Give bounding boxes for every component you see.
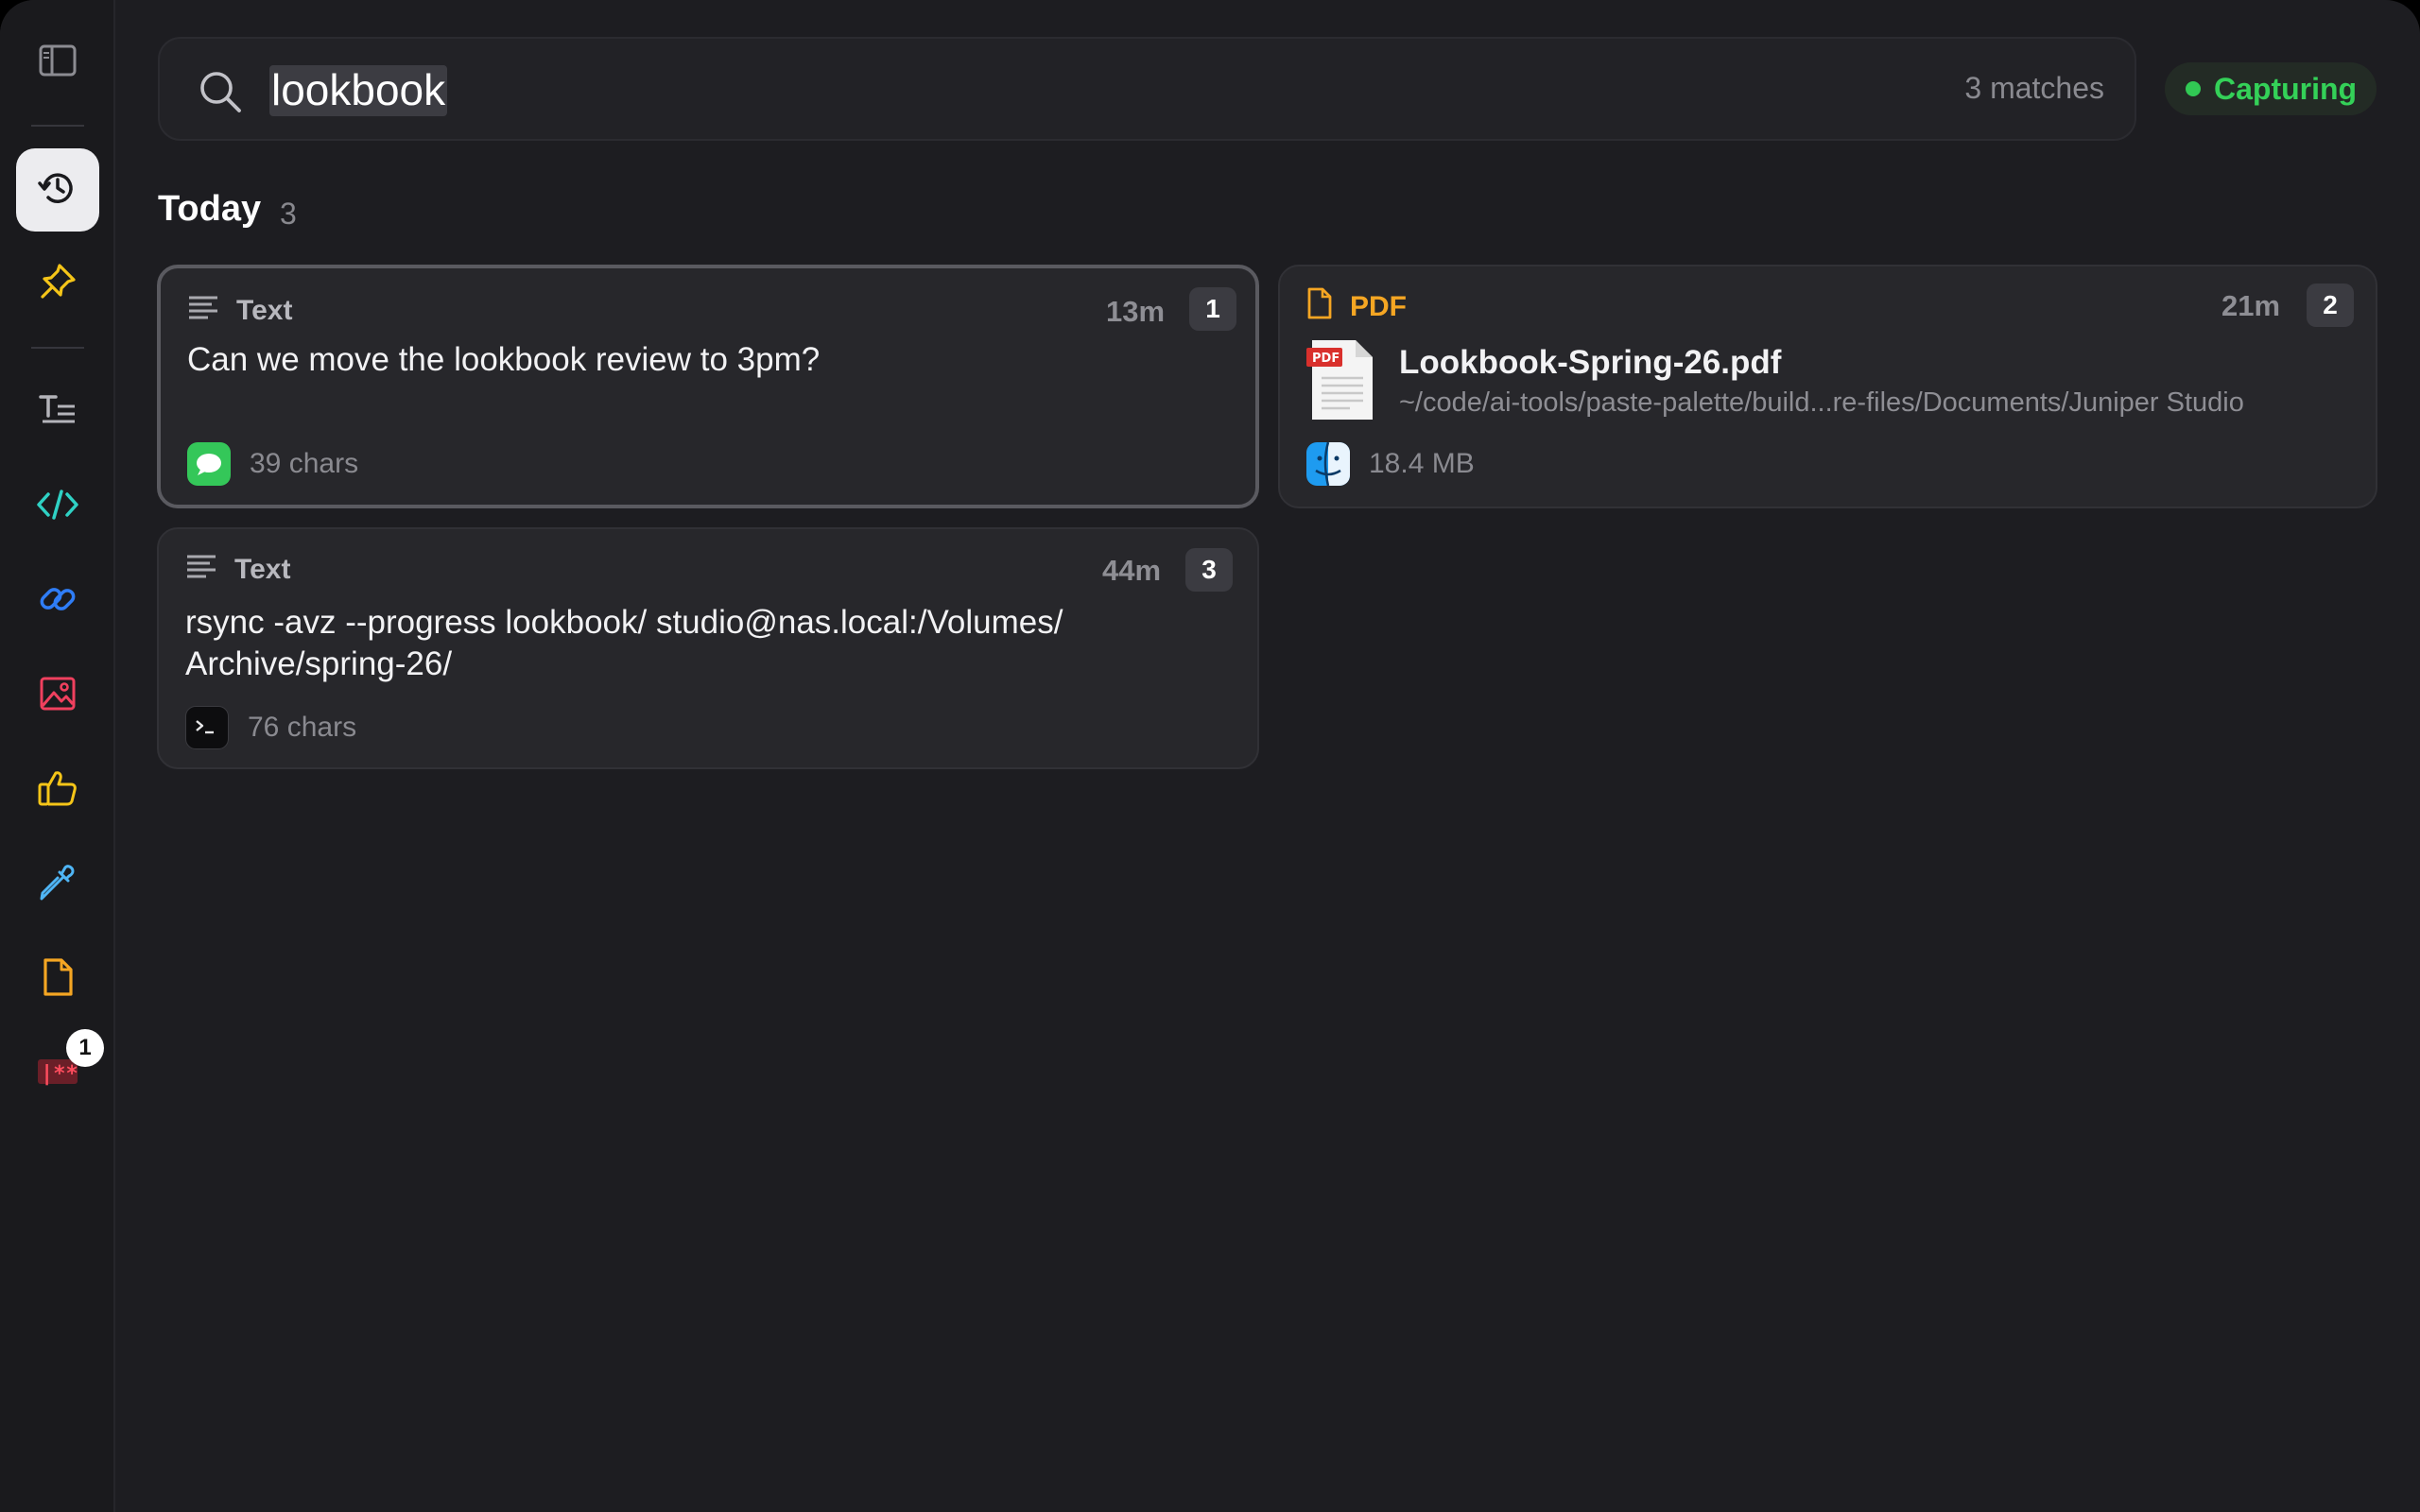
capture-status-toggle[interactable]: Capturing <box>2165 62 2377 115</box>
clip-time: 44m <box>1102 554 1162 587</box>
sidebar-item-text[interactable] <box>16 370 99 454</box>
sidebar-item-files[interactable] <box>16 937 99 1021</box>
search-bar: 3 matches <box>158 37 2136 141</box>
sidebar-item-links[interactable] <box>16 559 99 643</box>
notification-badge: 1 <box>66 1029 104 1067</box>
link-icon <box>37 578 78 625</box>
clip-meta: 18.4 MB <box>1306 442 1475 486</box>
clip-char-count: 76 chars <box>248 712 357 743</box>
match-count: 3 matches <box>1964 71 2104 105</box>
clip-type: Text <box>187 293 292 329</box>
sidebar-toggle-icon <box>39 44 77 81</box>
clip-type-label: Text <box>236 295 293 326</box>
clip-time: 13m <box>1106 295 1166 328</box>
section-count: 3 <box>280 197 297 231</box>
svg-text:|**: |** <box>41 1062 78 1086</box>
sidebar-item-colors[interactable] <box>16 843 99 926</box>
clip-shortcut-index: 2 <box>2307 284 2354 327</box>
clip-type: Text <box>185 552 290 588</box>
sidebar-toggle-button[interactable] <box>16 21 99 104</box>
search-input[interactable] <box>271 60 1973 120</box>
clip-card-1[interactable]: Text 13m 1 Can we move the lookbook revi… <box>157 265 1259 508</box>
thumbs-up-icon <box>37 768 78 813</box>
text-lines-icon <box>187 293 219 329</box>
sidebar-item-code[interactable] <box>16 465 99 548</box>
sidebar-divider <box>31 125 84 127</box>
image-icon <box>39 676 77 716</box>
history-icon <box>37 167 78 214</box>
file-size: 18.4 MB <box>1369 448 1475 479</box>
sidebar-item-images[interactable] <box>16 654 99 737</box>
capture-status-label: Capturing <box>2214 71 2358 106</box>
sidebar-item-pinned[interactable] <box>16 242 99 325</box>
clip-type-label: PDF <box>1350 291 1407 322</box>
clip-content-line-1: rsync -avz --progress lookbook/ studio@n… <box>185 604 1063 641</box>
clip-shortcut-index: 3 <box>1185 548 1233 592</box>
app-window: |** 1 3 matches Capturing Today 3 Text 1… <box>0 0 2420 1512</box>
eyedropper-icon <box>37 862 78 908</box>
section-title: Today <box>158 189 262 229</box>
text-lines-icon <box>185 552 217 588</box>
file-name: Lookbook-Spring-26.pdf <box>1399 344 1782 381</box>
sidebar-divider <box>31 347 84 349</box>
messages-icon <box>187 442 231 486</box>
clip-card-2[interactable]: PDF 21m 2 PDF Lookbook-Spring-26.pdf ~/c… <box>1278 265 2377 508</box>
clip-meta: 76 chars <box>185 706 356 749</box>
clip-content-line-2: Archive/spring-26/ <box>185 645 453 682</box>
file-icon <box>41 957 75 1002</box>
text-format-icon <box>37 391 78 434</box>
sidebar-item-favorites[interactable] <box>16 748 99 832</box>
clip-char-count: 39 chars <box>250 448 359 479</box>
file-path: ~/code/ai-tools/paste-palette/build...re… <box>1399 387 2244 418</box>
clip-time: 21m <box>2221 289 2281 322</box>
clip-card-3[interactable]: Text 44m 3 rsync -avz --progress lookboo… <box>157 527 1259 769</box>
pin-icon <box>37 261 78 307</box>
sidebar: |** 1 <box>0 0 115 1512</box>
pdf-badge-label: PDF <box>1312 352 1340 366</box>
file-icon <box>1306 287 1333 327</box>
status-dot <box>2186 81 2201 96</box>
clip-content: Can we move the lookbook review to 3pm? <box>187 341 821 378</box>
search-icon <box>198 69 243 119</box>
code-icon <box>36 489 79 525</box>
sidebar-item-history[interactable] <box>16 148 99 232</box>
terminal-icon <box>185 706 229 749</box>
clip-type: PDF <box>1306 287 1407 327</box>
clip-type-label: Text <box>234 554 291 585</box>
clip-meta: 39 chars <box>187 442 358 486</box>
finder-icon <box>1306 442 1350 486</box>
pdf-thumbnail-icon: PDF <box>1306 338 1376 426</box>
clip-shortcut-index: 1 <box>1189 287 1236 331</box>
